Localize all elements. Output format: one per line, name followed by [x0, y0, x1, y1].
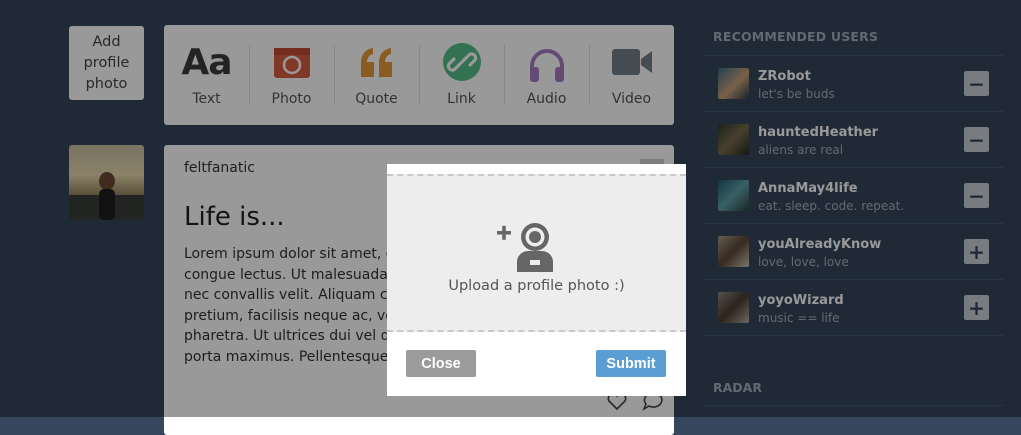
close-button[interactable]: Close [406, 350, 476, 377]
upload-prompt: Upload a profile photo :) [448, 278, 625, 294]
submit-button[interactable]: Submit [596, 350, 666, 377]
upload-photo-modal: Upload a profile photo :) Close Submit [387, 164, 686, 396]
photo-drop-zone[interactable]: Upload a profile photo :) [387, 174, 686, 332]
add-user-icon [497, 223, 553, 272]
